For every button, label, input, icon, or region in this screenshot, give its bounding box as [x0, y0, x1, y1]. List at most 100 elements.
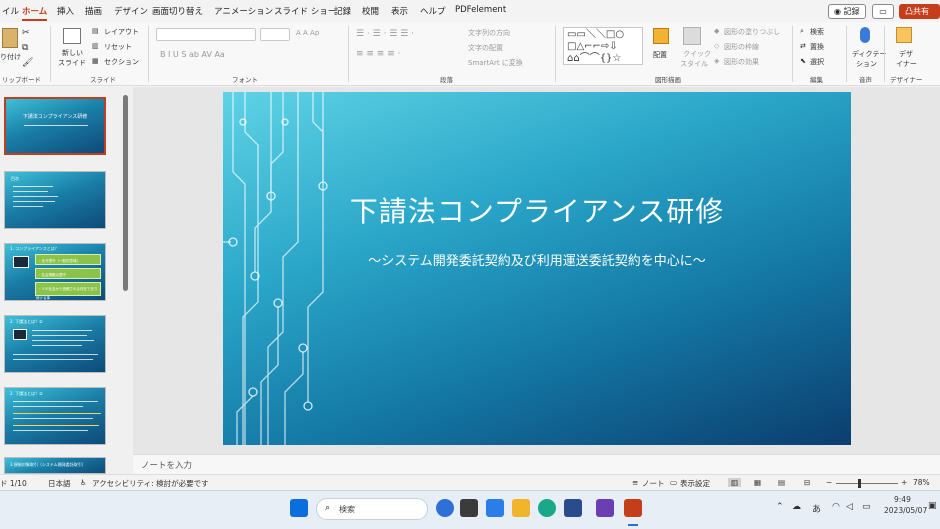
new-slide-label[interactable]: 新しい [62, 48, 83, 58]
thumbnail-scrollbar[interactable] [123, 95, 128, 291]
slide[interactable]: 下請法コンプライアンス研修 ～システム開発委託契約及び利用運送委託契約を中心に～ [223, 92, 851, 445]
chevron-up-icon[interactable]: ⌃ [776, 502, 784, 512]
slide-thumbnail-2[interactable]: 目次 [4, 171, 106, 229]
tab-transitions[interactable]: 画面切り替え [152, 5, 203, 17]
display-settings-icon[interactable]: ▭ [670, 478, 677, 487]
search-icon[interactable]: ⌕ [800, 27, 804, 36]
language-indicator[interactable]: 日本語 [48, 478, 71, 489]
tab-file[interactable]: イル [2, 5, 19, 17]
teams-icon[interactable] [486, 499, 504, 517]
font-format-buttons[interactable]: B I U S ab AV Aa [160, 50, 225, 59]
pdfelement-icon[interactable] [596, 499, 614, 517]
task-view-icon[interactable] [460, 499, 478, 517]
powerpoint-icon[interactable] [624, 499, 642, 517]
dictate-label2[interactable]: ション [856, 59, 877, 69]
slide-thumbnail-6[interactable]: 3.規制対象取引（システム開発委託取引） [4, 457, 106, 474]
layout-button[interactable]: レイアウト [104, 27, 139, 37]
new-slide-label2[interactable]: スライド [58, 58, 86, 68]
shapes-gallery[interactable]: ▭▭＼＼□○ □△⌐⌐⇨⇩ ⌂⌂⌒⌒{}☆ [563, 27, 643, 65]
windows-start-icon[interactable] [290, 499, 308, 517]
clock-time[interactable]: 9:49 [894, 495, 911, 504]
slide-subtitle[interactable]: ～システム開発委託契約及び利用運送委託契約を中心に～ [223, 250, 851, 269]
tab-pdfelement[interactable]: PDFelement [455, 5, 506, 15]
slide-sorter-icon[interactable]: ▦ [754, 478, 761, 487]
text-align-button[interactable]: 文字の配置 [468, 43, 503, 53]
replace-icon[interactable]: ⇄ [800, 42, 806, 50]
reading-view-icon[interactable]: ▤ [778, 478, 785, 487]
shape-fill-icon[interactable]: ◆ [714, 27, 719, 35]
chat-icon[interactable] [436, 499, 454, 517]
slide-thumbnail-1[interactable]: 下請法コンプライアンス研修 [4, 97, 106, 155]
wifi-icon[interactable]: ◠ [832, 502, 840, 512]
accessibility-status[interactable]: アクセシビリティ: 検討が必要です [92, 478, 209, 489]
accessibility-icon[interactable]: ♿ [80, 478, 87, 487]
notes-button[interactable]: ノート [642, 478, 665, 489]
slideshow-icon[interactable]: ⊟ [804, 478, 810, 487]
tab-insert[interactable]: 挿入 [57, 5, 74, 17]
font-name-field[interactable] [156, 28, 256, 41]
replace-button[interactable]: 置換 [810, 42, 824, 52]
zoom-level[interactable]: 78% [913, 478, 930, 487]
slide-title[interactable]: 下請法コンプライアンス研修 [223, 190, 851, 230]
text-direction-button[interactable]: 文字列の方向 [468, 28, 510, 38]
select-icon[interactable]: ⬉ [800, 57, 806, 65]
dictate-label[interactable]: ディクテー [852, 49, 887, 59]
quick-style-label[interactable]: クイック [683, 49, 711, 59]
ime-indicator[interactable]: あ [812, 502, 821, 515]
quick-style-icon[interactable] [683, 27, 701, 45]
section-icon[interactable]: ▦ [92, 57, 99, 65]
designer-label[interactable]: デザ [899, 49, 913, 59]
quick-style-label2[interactable]: スタイル [680, 59, 708, 69]
share-button[interactable]: 凸共有 [899, 4, 940, 19]
slide-thumbnail-5[interactable]: 2. 下請法とは？② [4, 387, 106, 445]
shape-outline-icon[interactable]: ◇ [714, 42, 719, 50]
notes-pane[interactable]: ノートを入力 [133, 454, 940, 474]
reset-icon[interactable]: ▥ [92, 42, 99, 50]
designer-label2[interactable]: イナー [896, 59, 917, 69]
tab-slideshow[interactable]: スライド ショー [274, 5, 336, 17]
display-settings-button[interactable]: 表示設定 [680, 478, 710, 489]
reset-button[interactable]: リセット [104, 42, 132, 52]
slide-thumbnail-panel[interactable]: 下請法コンプライアンス研修 目次 1. コンプライアンスとは？ ・法令遵守（一般… [0, 87, 133, 474]
cut-icon[interactable]: ✂ [22, 28, 30, 38]
comment-icon[interactable]: ▭ [872, 4, 894, 19]
tab-view[interactable]: 表示 [391, 5, 408, 17]
microphone-icon[interactable] [860, 27, 870, 43]
arrange-button[interactable]: 配置 [653, 50, 667, 60]
battery-icon[interactable]: ▭ [862, 502, 871, 512]
shape-effect-button[interactable]: 図形の効果 [724, 57, 759, 67]
tab-help[interactable]: ヘルプ [420, 5, 446, 17]
format-painter-icon[interactable]: 🖌 [22, 58, 33, 68]
notification-icon[interactable]: ▣ [928, 501, 937, 511]
bullets-icon[interactable]: ☰ · ☰ · ☰ ☰ · [356, 29, 414, 39]
record-button[interactable]: ◉ 記録 [828, 4, 866, 19]
zoom-in-button[interactable]: + [901, 478, 907, 487]
tab-record[interactable]: 記録 [334, 5, 351, 17]
font-size-buttons[interactable]: A A Ap [296, 29, 319, 37]
section-button[interactable]: セクション [104, 57, 139, 67]
taskbar-search[interactable]: ⌕ 検索 [316, 498, 428, 520]
designer-icon[interactable] [896, 27, 912, 43]
arrange-icon[interactable] [653, 28, 669, 44]
tab-home[interactable]: ホーム [22, 5, 48, 21]
slide-thumbnail-4[interactable]: 2. 下請法とは？① [4, 315, 106, 373]
cloud-icon[interactable]: ☁ [792, 502, 801, 512]
normal-view-icon[interactable]: ▥ [728, 478, 742, 487]
speaker-icon[interactable]: ◁ [846, 502, 853, 512]
zoom-slider-thumb[interactable] [858, 479, 861, 488]
tab-animations[interactable]: アニメーション [214, 5, 273, 17]
shape-fill-button[interactable]: 図形の塗りつぶし [724, 27, 780, 37]
layout-icon[interactable]: ▤ [92, 27, 99, 35]
font-size-field[interactable] [260, 28, 290, 41]
edge-icon[interactable] [538, 499, 556, 517]
tab-draw[interactable]: 描画 [85, 5, 102, 17]
zoom-out-button[interactable]: − [826, 478, 832, 487]
clock-date[interactable]: 2023/05/07 [884, 506, 927, 515]
find-button[interactable]: 検索 [810, 27, 824, 37]
shape-effect-icon[interactable]: ◈ [714, 57, 719, 65]
new-slide-icon[interactable] [63, 28, 81, 44]
tab-review[interactable]: 校閲 [362, 5, 379, 17]
align-icons[interactable]: ≡ ≡ ≡ ≡ · [356, 49, 400, 59]
zoom-slider[interactable] [836, 483, 898, 484]
slide-thumbnail-3[interactable]: 1. コンプライアンスとは？ ・法令遵守（一般的意味） ・社会規範の遵守 ・人や… [4, 243, 106, 301]
